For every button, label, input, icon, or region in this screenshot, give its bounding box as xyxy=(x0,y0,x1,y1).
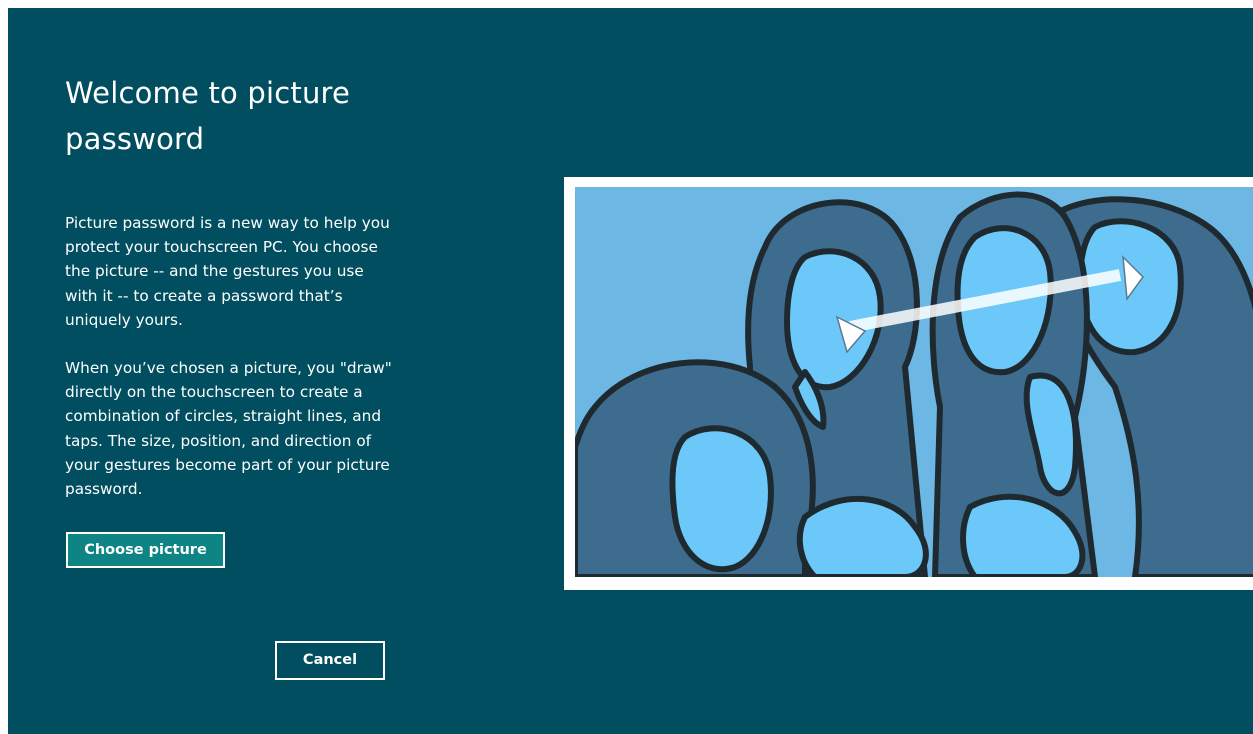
description-paragraph-1: Picture password is a new way to help yo… xyxy=(65,214,390,329)
choose-picture-button[interactable]: Choose picture xyxy=(66,532,225,568)
front-child-face xyxy=(669,425,774,573)
intro-panel: Welcome to picture password Picture pass… xyxy=(65,70,395,501)
page-title: Welcome to picture password xyxy=(65,76,351,156)
description-paragraph-2: When you’ve chosen a picture, you "draw"… xyxy=(65,359,392,499)
cancel-button[interactable]: Cancel xyxy=(275,641,385,680)
children-illustration xyxy=(575,187,1253,577)
picture-preview-frame xyxy=(564,177,1253,590)
picture-password-screen: Welcome to picture password Picture pass… xyxy=(8,8,1253,734)
